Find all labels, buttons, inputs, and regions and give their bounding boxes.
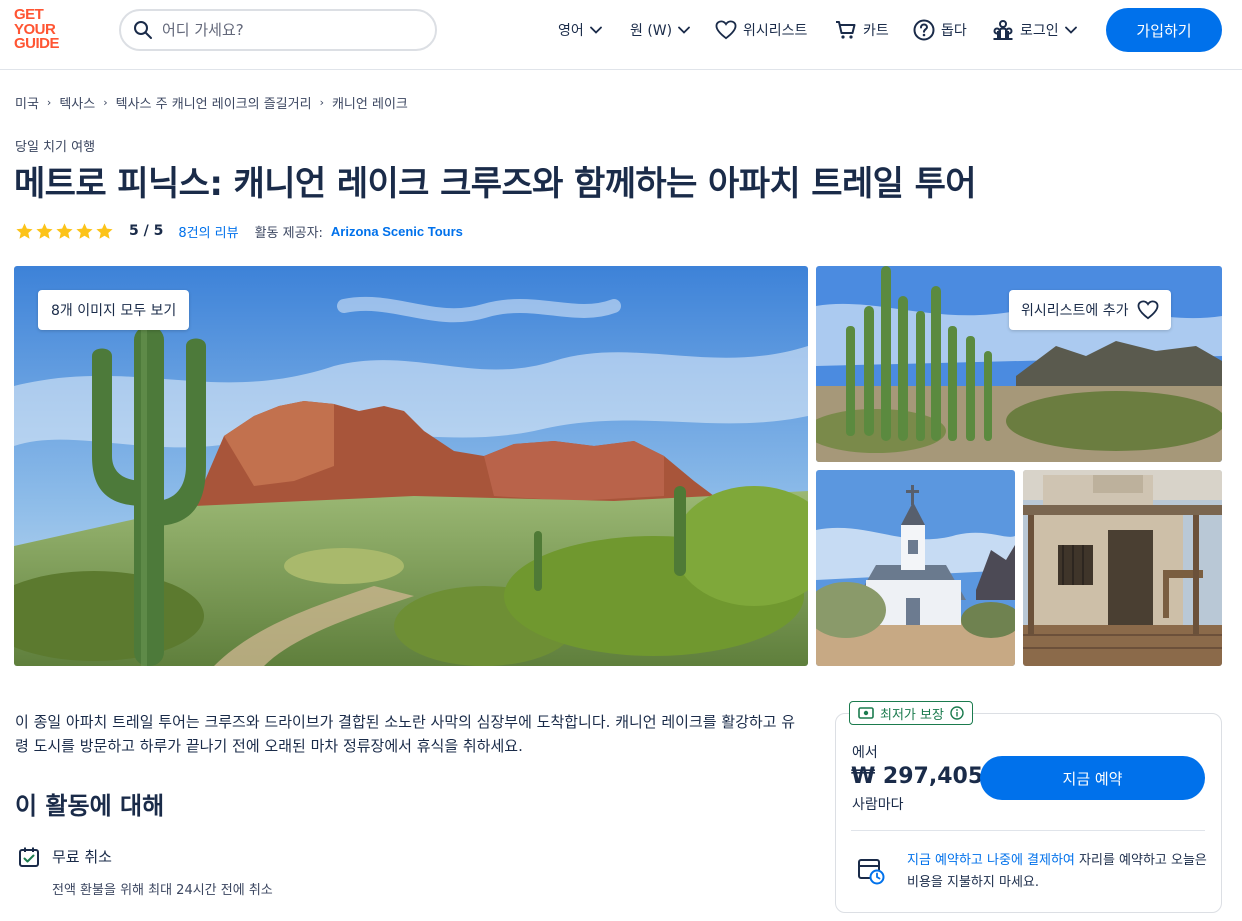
free-cancellation-desc: 전액 환불을 위해 최대 24시간 전에 취소 (52, 883, 273, 898)
site-header: GET YOUR GUIDE 영어 원 (W) 위시리스트 카트 돕다 로그인 … (0, 0, 1242, 70)
cart-icon (836, 21, 856, 39)
activity-intro: 이 종일 아파치 트레일 투어는 크루즈와 드라이브가 결합된 소노란 사막의 … (15, 713, 796, 755)
page-title: 메트로 피닉스: 캐니언 레이크 크루즈와 함께하는 아파치 트레일 투어 (14, 164, 977, 204)
reserve-now-pay-later: 지금 예약하고 나중에 결제하여 자리를 예약하고 오늘은 비용을 지불하지 마… (907, 853, 1207, 890)
getyourguide-logo[interactable]: GET YOUR GUIDE (14, 7, 72, 52)
about-section-title: 이 활동에 대해 (15, 792, 165, 820)
help-link[interactable]: 돕다 (913, 18, 967, 42)
photo-old-jail-building[interactable] (1023, 470, 1222, 666)
price-per-person: 사람마다 (852, 797, 904, 813)
book-now-button[interactable]: 지금 예약 (980, 756, 1205, 800)
breadcrumb-separator-icon: › (46, 96, 52, 109)
star-icon (16, 222, 33, 239)
photo-white-chapel[interactable] (816, 470, 1015, 666)
reviews-link[interactable]: 8건의 리뷰 (178, 222, 238, 241)
reserve-now-link[interactable]: 지금 예약하고 나중에 결제하여 (907, 853, 1075, 868)
star-rating (15, 222, 114, 241)
cart-link[interactable]: 카트 (835, 18, 889, 42)
search-bar[interactable] (119, 9, 437, 51)
chevron-down-icon (589, 26, 602, 34)
user-group-icon (993, 20, 1013, 40)
currency-selector[interactable]: 원 (W) (630, 18, 691, 42)
price-from-label: 에서 (852, 745, 878, 761)
help-icon (913, 19, 935, 41)
free-cancellation-title: 무료 취소 (52, 848, 112, 866)
breadcrumb-separator-icon: › (319, 96, 324, 109)
breadcrumb-item[interactable]: 텍사스 주 캐니언 레이크의 즐길거리 (116, 93, 312, 112)
breadcrumb: 미국 › 텍사스 › 텍사스 주 캐니언 레이크의 즐길거리 › 캐니언 레이크 (15, 93, 408, 112)
star-icon (96, 222, 113, 239)
best-price-badge[interactable]: 최저가 보장 (849, 701, 973, 725)
info-icon (950, 706, 964, 720)
breadcrumb-item[interactable]: 미국 (15, 93, 39, 112)
rating-row: 5 / 5 8건의 리뷰 활동 제공자: Arizona Scenic Tour… (15, 221, 463, 241)
money-icon (858, 707, 874, 719)
breadcrumb-item[interactable]: 텍사스 (59, 93, 95, 112)
provider-label: 활동 제공자: (254, 225, 323, 241)
search-input[interactable] (162, 21, 412, 39)
calendar-clock-icon (858, 859, 885, 885)
rating-value: 5 / 5 (129, 223, 164, 239)
chevron-down-icon (678, 26, 691, 34)
heart-icon (715, 20, 737, 40)
breadcrumb-separator-icon: › (103, 96, 108, 109)
provider-link[interactable]: Arizona Scenic Tours (331, 224, 463, 239)
card-divider (851, 830, 1205, 831)
add-to-wishlist-button[interactable]: 위시리스트에 추가 (1009, 290, 1171, 330)
star-icon (76, 222, 93, 239)
login-menu[interactable]: 로그인 (992, 18, 1077, 42)
breadcrumb-item[interactable]: 캐니언 레이크 (332, 93, 408, 112)
search-icon (134, 21, 152, 39)
heart-icon (1137, 300, 1158, 320)
wishlist-link[interactable]: 위시리스트 (715, 18, 807, 42)
view-all-images-button[interactable]: 8개 이미지 모두 보기 (38, 290, 190, 330)
activity-category: 당일 치기 여행 (15, 140, 96, 155)
language-selector[interactable]: 영어 (558, 18, 602, 42)
signup-button[interactable]: 가입하기 (1106, 8, 1222, 52)
star-icon (36, 222, 53, 239)
chevron-down-icon (1064, 26, 1077, 34)
calendar-check-icon (19, 847, 39, 867)
price-value: ₩ 297,405 (851, 764, 984, 789)
star-icon (56, 222, 73, 239)
